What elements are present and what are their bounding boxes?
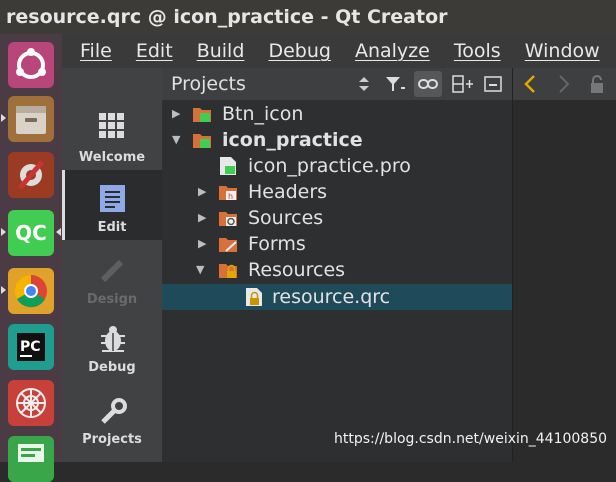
menu-build[interactable]: Build xyxy=(197,34,245,68)
editor-toolbar xyxy=(512,68,616,100)
menu-tools[interactable]: Tools xyxy=(454,34,501,68)
ubuntu-launcher: QC PC xyxy=(0,34,62,482)
wrench-icon xyxy=(101,398,127,424)
window-title: resource.qrc @ icon_practice - Qt Creato… xyxy=(6,6,448,28)
link-icon xyxy=(418,79,438,89)
launcher-running-indicator xyxy=(1,228,6,236)
tree-item-label: icon_practice xyxy=(222,129,363,151)
tree-item-icon-practice[interactable]: ▼ icon_practice xyxy=(162,127,512,153)
mode-welcome[interactable]: Welcome xyxy=(62,98,162,168)
menu-analyze[interactable]: Analyze xyxy=(355,34,430,68)
qt-project-folder-icon xyxy=(193,134,211,148)
spreadsheet-icon[interactable] xyxy=(8,436,54,482)
resources-folder-icon xyxy=(219,264,237,278)
launcher-running-indicator xyxy=(1,286,6,294)
collapse-arrow-icon[interactable]: ▼ xyxy=(196,257,204,283)
forms-folder-icon xyxy=(219,238,237,252)
tree-item-label: Sources xyxy=(248,207,324,229)
svg-text:h: h xyxy=(228,192,233,201)
window-title-bar: resource.qrc @ icon_practice - Qt Creato… xyxy=(0,0,616,34)
watermark-text: https://blog.csdn.net/weixin_44100850 xyxy=(334,431,608,447)
mode-edit[interactable]: Edit xyxy=(62,170,162,240)
forward-arrow-icon[interactable] xyxy=(557,74,571,94)
pencil-icon xyxy=(100,259,124,283)
document-icon xyxy=(100,185,125,212)
menu-file[interactable]: File xyxy=(80,34,112,68)
tree-item-pro-file[interactable]: icon_practice.pro xyxy=(162,153,512,179)
mode-projects[interactable]: Projects xyxy=(62,386,162,456)
mode-debug[interactable]: Debug xyxy=(62,314,162,384)
mode-design[interactable]: Design xyxy=(62,242,162,312)
tree-item-resources[interactable]: ▼ Resources xyxy=(162,257,512,283)
qt-project-folder-icon xyxy=(193,108,211,122)
close-panel-icon[interactable] xyxy=(484,76,502,92)
tree-item-label: Headers xyxy=(248,181,328,203)
qt-creator-label: QC xyxy=(15,221,47,245)
tree-item-label: Resources xyxy=(248,259,346,281)
split-view-icon[interactable] xyxy=(452,75,474,93)
settings-icon[interactable] xyxy=(8,152,54,198)
chrome-icon[interactable] xyxy=(8,268,54,314)
mode-debug-label: Debug xyxy=(88,360,136,375)
back-arrow-icon[interactable] xyxy=(523,74,537,94)
projects-panel-header: Projects xyxy=(162,68,512,100)
qt-creator-icon[interactable]: QC xyxy=(8,210,54,256)
network-icon[interactable] xyxy=(8,380,54,426)
files-icon[interactable] xyxy=(8,96,54,142)
expand-arrow-icon[interactable]: ▶ xyxy=(198,231,206,257)
tree-item-btn-icon[interactable]: ▶ Btn_icon xyxy=(162,101,512,127)
collapse-arrow-icon[interactable]: ▼ xyxy=(172,127,180,153)
mode-edit-label: Edit xyxy=(97,220,127,235)
tree-item-resource-qrc[interactable]: resource.qrc xyxy=(162,284,512,310)
tree-item-label: resource.qrc xyxy=(272,286,391,308)
menu-window[interactable]: Window xyxy=(525,34,600,68)
mode-welcome-label: Welcome xyxy=(78,150,146,165)
tree-item-headers[interactable]: ▶ h Headers xyxy=(162,179,512,205)
editor-area[interactable] xyxy=(512,100,616,462)
headers-folder-icon: h xyxy=(219,186,237,201)
tree-item-forms[interactable]: ▶ Forms xyxy=(162,231,512,257)
sources-folder-icon xyxy=(219,212,237,226)
grid-icon xyxy=(99,113,124,138)
pycharm-label: PC xyxy=(20,339,41,355)
tree-item-sources[interactable]: ▶ Sources xyxy=(162,205,512,231)
menu-edit[interactable]: Edit xyxy=(136,34,173,68)
menu-debug[interactable]: Debug xyxy=(268,34,330,68)
ubuntu-dash-icon[interactable] xyxy=(8,42,54,88)
expand-arrow-icon[interactable]: ▶ xyxy=(172,101,180,127)
filter-icon[interactable] xyxy=(384,74,406,94)
tree-item-label: Forms xyxy=(248,233,306,255)
launcher-running-indicator xyxy=(1,114,6,122)
qrc-file-icon xyxy=(246,288,262,306)
lock-icon xyxy=(591,75,603,93)
menu-bar: File Edit Build Debug Analyze Tools Wind… xyxy=(62,34,616,68)
expand-arrow-icon[interactable]: ▶ xyxy=(198,205,206,231)
tree-item-label: Btn_icon xyxy=(222,103,304,125)
project-tree: ▶ Btn_icon ▼ icon_practice icon_practice… xyxy=(162,100,512,462)
mode-selector: Welcome Edit Design Debug Projects xyxy=(62,68,162,462)
qt-pro-file-icon xyxy=(220,157,236,175)
updown-arrow-icon[interactable] xyxy=(358,76,370,92)
sync-editor-toggle[interactable] xyxy=(414,71,442,97)
launcher-focused-indicator xyxy=(56,228,61,236)
mode-projects-label: Projects xyxy=(82,432,142,447)
bug-icon xyxy=(101,326,125,352)
pycharm-icon[interactable]: PC xyxy=(8,324,54,370)
mode-design-label: Design xyxy=(86,292,138,307)
expand-arrow-icon[interactable]: ▶ xyxy=(198,179,206,205)
tree-item-label: icon_practice.pro xyxy=(248,155,411,177)
projects-view-selector[interactable]: Projects xyxy=(171,73,246,95)
